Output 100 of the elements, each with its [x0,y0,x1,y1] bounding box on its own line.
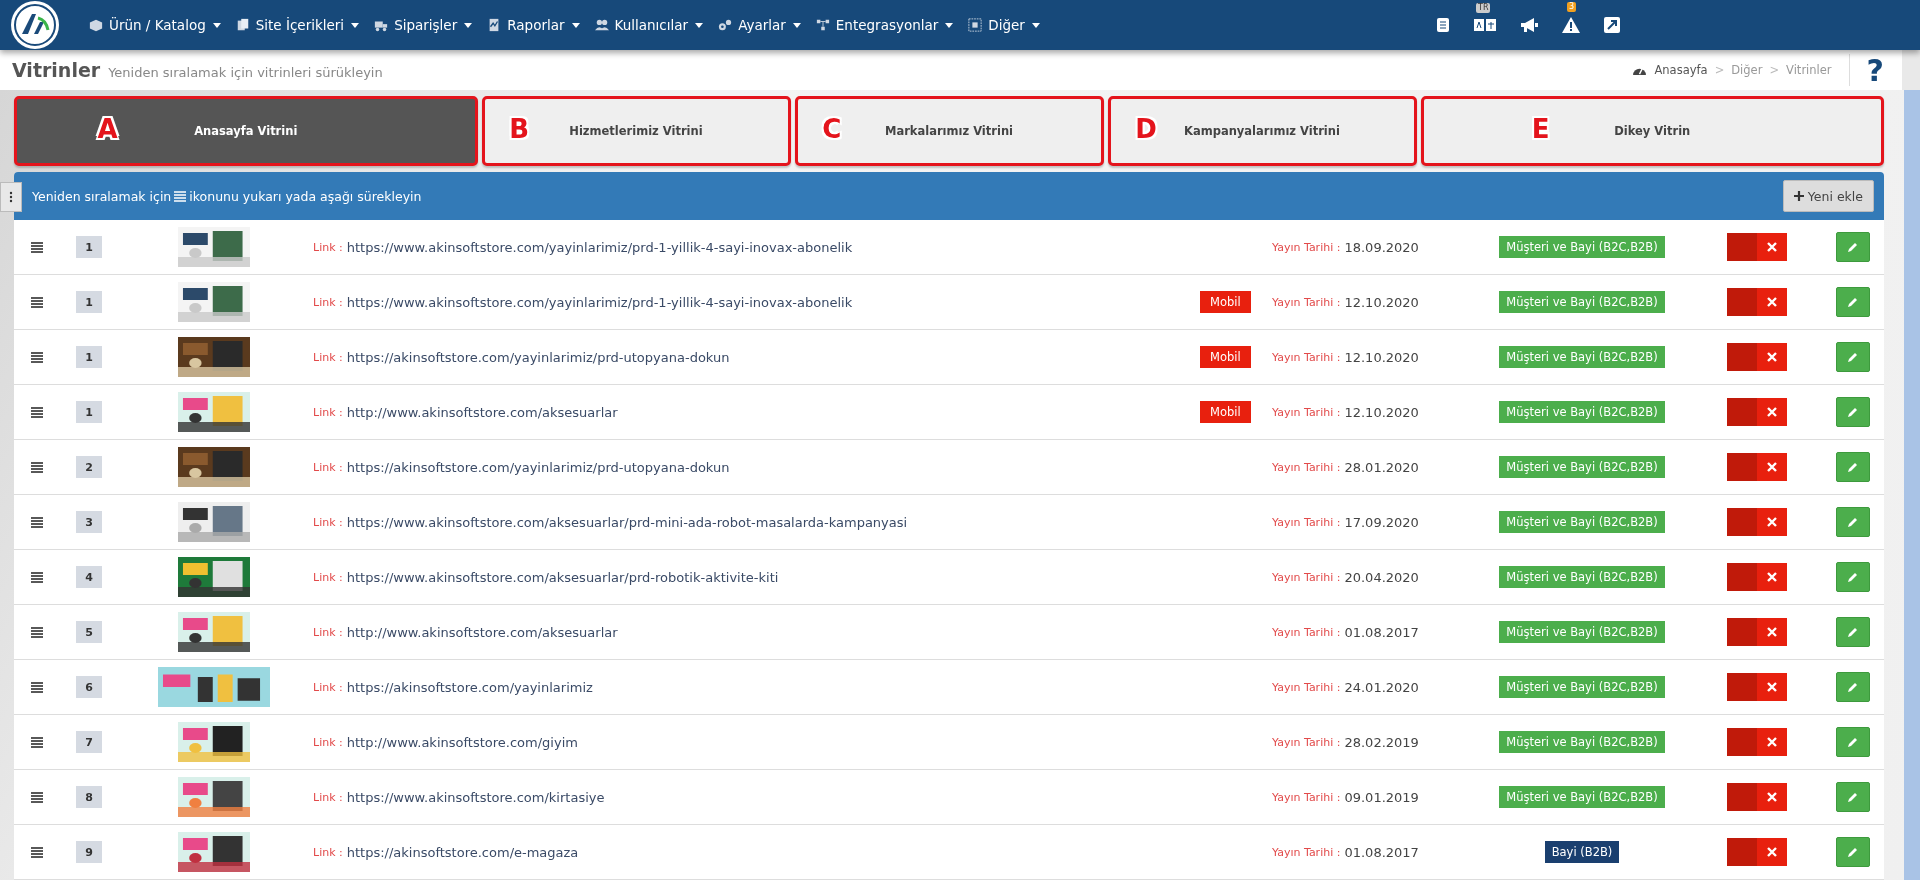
edit-button[interactable] [1836,232,1870,262]
close-icon [1767,407,1777,417]
toggle-switch[interactable] [1727,838,1787,866]
add-new-button[interactable]: Yeni ekle [1782,180,1874,212]
order-number: 6 [76,676,102,698]
link-url[interactable]: http://www.akinsoftstore.com/aksesuarlar [346,404,618,420]
toggle-switch[interactable] [1727,508,1787,536]
order-number: 5 [76,621,102,643]
warning-icon[interactable] [1562,17,1580,33]
edit-button[interactable] [1836,672,1870,702]
translate-icon[interactable] [1474,19,1496,31]
annotation-letter: C [822,114,842,144]
audience-badge: Müşteri ve Bayi (B2C,B2B) [1499,786,1665,808]
link-url[interactable]: https://www.akinsoftstore.com/kirtasiye [346,789,605,805]
drag-handle-icon[interactable] [30,681,43,693]
link-label: Link : [313,295,343,309]
annotation-letter: E [1531,114,1550,144]
publish-date: 01.08.2017 [1344,844,1419,860]
close-icon [1767,462,1777,472]
link-url[interactable]: https://www.akinsoftstore.com/aksesuarlar/prd-mini-ada-robot-masalarda-kampanyasi [346,514,908,530]
book-icon[interactable] [1436,17,1450,33]
toggle-switch[interactable] [1727,398,1787,426]
order-number: 8 [76,786,102,808]
drag-handle-icon[interactable] [30,626,43,638]
menu-item[interactable]: Diğer [967,17,1040,33]
mobile-badge: Mobil [1200,401,1251,423]
menu-item[interactable]: Site İçerikleri [234,17,360,33]
drag-handle-icon[interactable] [30,571,43,583]
link-url[interactable]: https://www.akinsoftstore.com/yayinlarimiz/prd-1-yillik-4-sayi-inovax-abonelik [346,294,853,310]
edit-button[interactable] [1836,342,1870,372]
edit-button[interactable] [1836,782,1870,812]
link-url[interactable]: https://akinsoftstore.com/yayinlarimiz [346,679,593,695]
link-url[interactable]: http://www.akinsoftstore.com/aksesuarlar [346,624,618,640]
pencil-icon [1847,241,1859,253]
date-label: Yayın Tarihi : [1272,680,1341,694]
date-label: Yayın Tarihi : [1272,845,1341,859]
pencil-icon [1847,736,1859,748]
fullscreen-icon[interactable] [1604,17,1620,33]
page-title: Vitrinler [12,59,101,81]
toggle-switch[interactable] [1727,618,1787,646]
toggle-switch[interactable] [1727,673,1787,701]
edit-button[interactable] [1836,727,1870,757]
drag-handle-icon[interactable] [30,351,43,363]
menu-item[interactable]: Siparişler [373,17,473,33]
menu-item[interactable]: Ayarlar [717,17,801,33]
publish-date: 28.02.2019 [1344,734,1419,750]
help-link[interactable]: ? [1866,52,1890,88]
drag-handle-icon[interactable] [30,791,43,803]
publish-date: 01.08.2017 [1344,624,1419,640]
date-label: Yayın Tarihi : [1272,240,1341,254]
edit-button[interactable] [1836,562,1870,592]
drag-handle-icon[interactable] [30,736,43,748]
publish-date: 12.10.2020 [1344,294,1419,310]
publish-date: 17.09.2020 [1344,514,1419,530]
pencil-icon [1847,626,1859,638]
link-url[interactable]: https://akinsoftstore.com/yayinlarimiz/prd-utopyana-dokun [346,349,730,365]
drag-handle-icon[interactable] [30,461,43,473]
menu-item[interactable]: Entegrasyonlar [814,17,954,33]
toggle-switch[interactable] [1727,233,1787,261]
pencil-icon [1847,406,1859,418]
edit-button[interactable] [1836,452,1870,482]
toggle-switch[interactable] [1727,728,1787,756]
toggle-switch[interactable] [1727,453,1787,481]
edit-button[interactable] [1836,287,1870,317]
gears-icon [717,18,734,32]
edit-button[interactable] [1836,617,1870,647]
publish-date: 09.01.2019 [1344,789,1419,805]
edit-button[interactable] [1836,837,1870,867]
menu-item[interactable]: Raporlar [486,17,580,33]
edit-button[interactable] [1836,507,1870,537]
drag-handle-icon[interactable] [30,406,43,418]
toggle-switch[interactable] [1727,563,1787,591]
drag-handle-icon[interactable] [30,241,43,253]
order-number: 1 [76,401,102,423]
menu-item[interactable]: Ürün / Katalog [88,17,221,33]
edit-button[interactable] [1836,397,1870,427]
toggle-switch[interactable] [1727,783,1787,811]
audience-badge: Müşteri ve Bayi (B2C,B2B) [1499,401,1665,423]
logo-icon[interactable] [10,0,60,50]
drag-handle-icon[interactable] [30,296,43,308]
toggle-switch[interactable] [1727,343,1787,371]
menu-item[interactable]: Kullanıcılar [593,17,704,33]
link-url[interactable]: https://akinsoftstore.com/e-magaza [346,844,579,860]
scrollbar[interactable] [1904,90,1920,880]
link-url[interactable]: https://akinsoftstore.com/yayinlarimiz/prd-utopyana-dokun [346,459,730,475]
drag-handle-icon [174,190,187,202]
breadcrumb-link[interactable]: Anasayfa [1654,63,1708,77]
megaphone-icon[interactable] [1520,17,1538,33]
toggle-switch[interactable] [1727,288,1787,316]
drag-handle-icon[interactable] [30,846,43,858]
link-url[interactable]: https://www.akinsoftstore.com/yayinlarimiz/prd-1-yillik-4-sayi-inovax-abonelik [346,239,853,255]
link-label: Link : [313,790,343,804]
annotation-letter: B [509,114,530,144]
link-label: Link : [313,680,343,694]
kebab-menu-icon[interactable] [9,191,13,203]
link-url[interactable]: http://www.akinsoftstore.com/giyim [346,734,578,750]
link-url[interactable]: https://www.akinsoftstore.com/aksesuarlar/prd-robotik-aktivite-kiti [346,569,779,585]
date-label: Yayın Tarihi : [1272,405,1341,419]
drag-handle-icon[interactable] [30,516,43,528]
audience-badge: Müşteri ve Bayi (B2C,B2B) [1499,731,1665,753]
